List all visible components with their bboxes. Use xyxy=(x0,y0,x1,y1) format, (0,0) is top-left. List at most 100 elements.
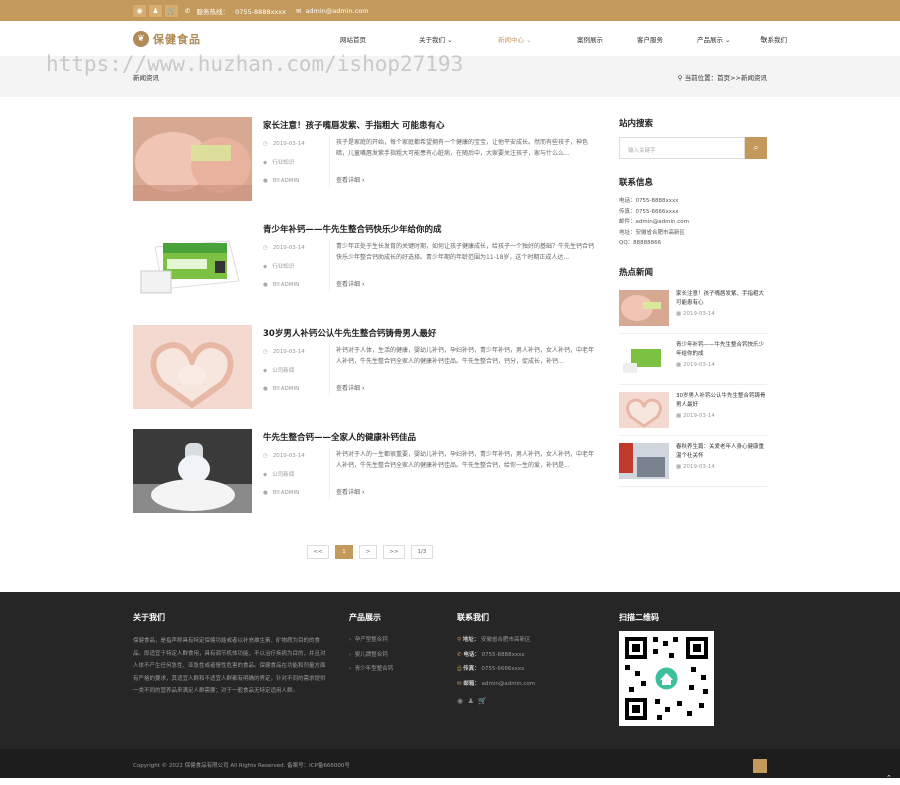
tag-icon: ◆ xyxy=(263,368,268,374)
read-more-link[interactable]: 查看详细 › xyxy=(336,175,364,184)
pagination: << 1 > >> 1/3 xyxy=(307,545,433,559)
location-icon: ⚲ xyxy=(677,74,683,82)
article-image-hands[interactable] xyxy=(133,117,252,201)
article-title[interactable]: 青少年补钙——牛先生整合钙快乐少年给你的成 xyxy=(263,223,442,235)
search-input[interactable]: 输入关键字 xyxy=(619,137,745,159)
article-image-product[interactable] xyxy=(133,221,252,305)
article-author: ● BY:ADMIN xyxy=(263,386,300,392)
search-icon[interactable]: ⌕ xyxy=(760,33,764,43)
qq-icon[interactable]: ♟ xyxy=(468,697,474,705)
footer-product-link[interactable]: › 婴儿牌整合钙 xyxy=(349,648,393,663)
article-desc: 补钙对于人体，生活的健康，婴幼儿补钙，孕妇补钙，青少年补钙，男人补钙，女人补钙，… xyxy=(336,347,595,365)
page-first[interactable]: << xyxy=(307,545,329,559)
hot-news-item[interactable]: 春秋养生篇：关爱老年人身心健康重温个社关怀 ▦ 2019-03-14 xyxy=(619,439,767,487)
article-list: 家长注意！孩子嘴唇发紫、手指粗大 可能患有心 ◷ 2019-03-14 ◆ 行业知识… xyxy=(133,117,598,533)
read-more-link[interactable]: 查看详细 › xyxy=(336,487,364,496)
list-item: 30岁男人补钙公认牛先生整合钙铸骨男人最好 ◷ 2019-03-14 ◆ 公司新闻 … xyxy=(133,325,598,429)
article-date: ◷ 2019-03-14 xyxy=(263,141,305,147)
article-date: ◷ 2019-03-14 xyxy=(263,453,305,459)
list-item: 家长注意！孩子嘴唇发紫、手指粗大 可能患有心 ◷ 2019-03-14 ◆ 行业知识… xyxy=(133,117,598,221)
footer-product-link[interactable]: › 孕产型整合钙 xyxy=(349,633,393,648)
read-more-link[interactable]: 查看详细 › xyxy=(336,383,364,392)
hot-thumb xyxy=(619,391,669,428)
hot-thumb xyxy=(619,340,669,377)
read-more-link[interactable]: 查看详细 › xyxy=(336,279,364,288)
cart-icon[interactable]: 🛒 xyxy=(165,4,178,17)
qr-code-image xyxy=(619,631,714,726)
clock-icon: ◷ xyxy=(263,141,268,147)
article-title[interactable]: 家长注意！孩子嘴唇发紫、手指粗大 可能患有心 xyxy=(263,119,444,131)
page-next[interactable]: > xyxy=(359,545,377,559)
location-icon: ⚲ xyxy=(457,637,462,643)
list-item: 青少年补钙——牛先生整合钙快乐少年给你的成 ◷ 2019-03-14 ◆ 行业知识 … xyxy=(133,221,598,325)
hot-news-title: 热点新闻 xyxy=(619,267,654,278)
watermark: https://www.huzhan.com/ishop27193 xyxy=(46,52,464,76)
article-title[interactable]: 30岁男人补钙公认牛先生整合钙铸骨男人最好 xyxy=(263,327,436,339)
footer-contact: 联系我们 ⚲ 地址： 安徽省合肥市高新区 ✆ 电话： 0755-8888xxxx… xyxy=(457,613,536,705)
user-icon: ● xyxy=(263,490,268,496)
logo-text: 保健食品 xyxy=(153,32,201,46)
footer: 关于我们 保健食品，是指声称具有特定保健功能或者以补充维生素、矿物质为目的的食品… xyxy=(0,592,900,749)
nav-item-cases[interactable]: 案例展示 xyxy=(577,34,637,44)
nav-item-home[interactable]: 网站首页 xyxy=(340,34,419,44)
sidebar: 站内搜索 输入关键字 ⌕ 联系信息 电话：0755-8888xxxx 传真：07… xyxy=(619,117,767,490)
main-nav: ❦ 保健食品 网站首页 关于我们 ⌄ 新闻中心 ⌄ 案例展示 客户服务 产品展示… xyxy=(0,21,900,56)
divider xyxy=(329,137,330,187)
article-image-powder[interactable] xyxy=(133,429,252,513)
cart-icon[interactable]: 🛒 xyxy=(478,697,487,705)
article-image-heart-hands[interactable] xyxy=(133,325,252,409)
phone-icon: ✆ xyxy=(185,6,191,15)
weibo-icon[interactable]: ◉ xyxy=(457,697,463,705)
nav-item-news[interactable]: 新闻中心 ⌄ xyxy=(498,34,577,44)
article-title[interactable]: 牛先生整合钙——全家人的健康补钙佳品 xyxy=(263,431,416,443)
tag-icon: ◆ xyxy=(263,472,268,478)
nav-item-service[interactable]: 客户服务 xyxy=(637,34,697,44)
user-icon: ● xyxy=(263,282,268,288)
footer-product-link[interactable]: › 青少年型整合钙 xyxy=(349,662,393,677)
page-1[interactable]: 1 xyxy=(335,545,353,559)
article-desc: 孩子是家庭的开始，每个家庭都希望拥有一个健康的宝宝，让他平安成长。然而有些孩子，… xyxy=(336,139,589,157)
hot-news-item[interactable]: 家长注意！孩子嘴唇发紫、手指粗大 可能患有心 ▦ 2019-03-14 xyxy=(619,286,767,334)
hot-thumb xyxy=(619,289,669,326)
hot-news-item[interactable]: 30岁男人补钙公认牛先生整合钙铸骨男人最好 ▦ 2019-03-14 xyxy=(619,388,767,436)
article-category[interactable]: ◆ 公司新闻 xyxy=(263,366,294,374)
footer-qr: 扫描二维码 xyxy=(619,612,714,728)
hot-news-item[interactable]: 青少年补钙——牛先生整合钙快乐少年给你的成 ▦ 2019-03-14 xyxy=(619,337,767,385)
nav-item-about[interactable]: 关于我们 ⌄ xyxy=(419,34,498,44)
clock-icon: ◷ xyxy=(263,453,268,459)
leaf-icon: ❦ xyxy=(133,30,149,47)
email-text: admin@admin.com xyxy=(305,6,369,15)
phone-label: 服务热线： 0755-8888xxxx xyxy=(196,7,286,16)
mail-icon: ✉ xyxy=(457,680,462,687)
user-icon: ● xyxy=(263,386,268,392)
article-author: ● BY:ADMIN xyxy=(263,490,300,496)
article-desc: 青少年正处于生长发育的关键时期，如何让孩子健康成长，给孩子一个独好的基础？牛先生… xyxy=(336,243,595,261)
nav-item-products[interactable]: 产品展示 ⌄ xyxy=(697,34,761,44)
search-button[interactable]: ⌕ xyxy=(745,137,767,159)
contact-info: 电话：0755-8888xxxx 传真：0755-6666xxxx 邮件：adm… xyxy=(619,198,689,246)
logo[interactable]: ❦ 保健食品 xyxy=(133,30,201,47)
footer-products: 产品展示 › 孕产型整合钙 › 婴儿牌整合钙 › 青少年型整合钙 xyxy=(349,612,393,677)
divider xyxy=(329,241,330,291)
article-date: ◷ 2019-03-14 xyxy=(263,245,305,251)
page-last[interactable]: >> xyxy=(383,545,405,559)
article-category[interactable]: ◆ 公司新闻 xyxy=(263,470,294,478)
search-title: 站内搜索 xyxy=(619,119,654,129)
article-date: ◷ 2019-03-14 xyxy=(263,349,305,355)
list-item: 牛先生整合钙——全家人的健康补钙佳品 ◷ 2019-03-14 ◆ 公司新闻 ● BY… xyxy=(133,429,598,533)
clock-icon: ◷ xyxy=(263,349,268,355)
article-category[interactable]: ◆ 行业知识 xyxy=(263,262,294,270)
article-desc: 补钙对于人的一生都很重要，婴幼儿补钙，孕妇补钙，青少年补钙，男人补钙，女人补钙，… xyxy=(336,451,595,469)
search-box: 输入关键字 ⌕ xyxy=(619,137,767,159)
qq-icon[interactable]: ♟ xyxy=(149,4,162,17)
contact-title: 联系信息 xyxy=(619,178,654,188)
breadcrumb: ⚲ 当前位置：首页>>新闻资讯 xyxy=(677,74,767,82)
weibo-icon[interactable]: ◉ xyxy=(133,4,146,17)
hot-thumb xyxy=(619,442,669,479)
divider xyxy=(329,449,330,499)
back-to-top-button[interactable]: ⌃ xyxy=(753,759,892,782)
divider xyxy=(329,345,330,395)
article-category[interactable]: ◆ 行业知识 xyxy=(263,158,294,166)
phone-icon: ✆ xyxy=(457,651,462,658)
nav-item-contact[interactable]: 联系我们 xyxy=(761,34,811,44)
